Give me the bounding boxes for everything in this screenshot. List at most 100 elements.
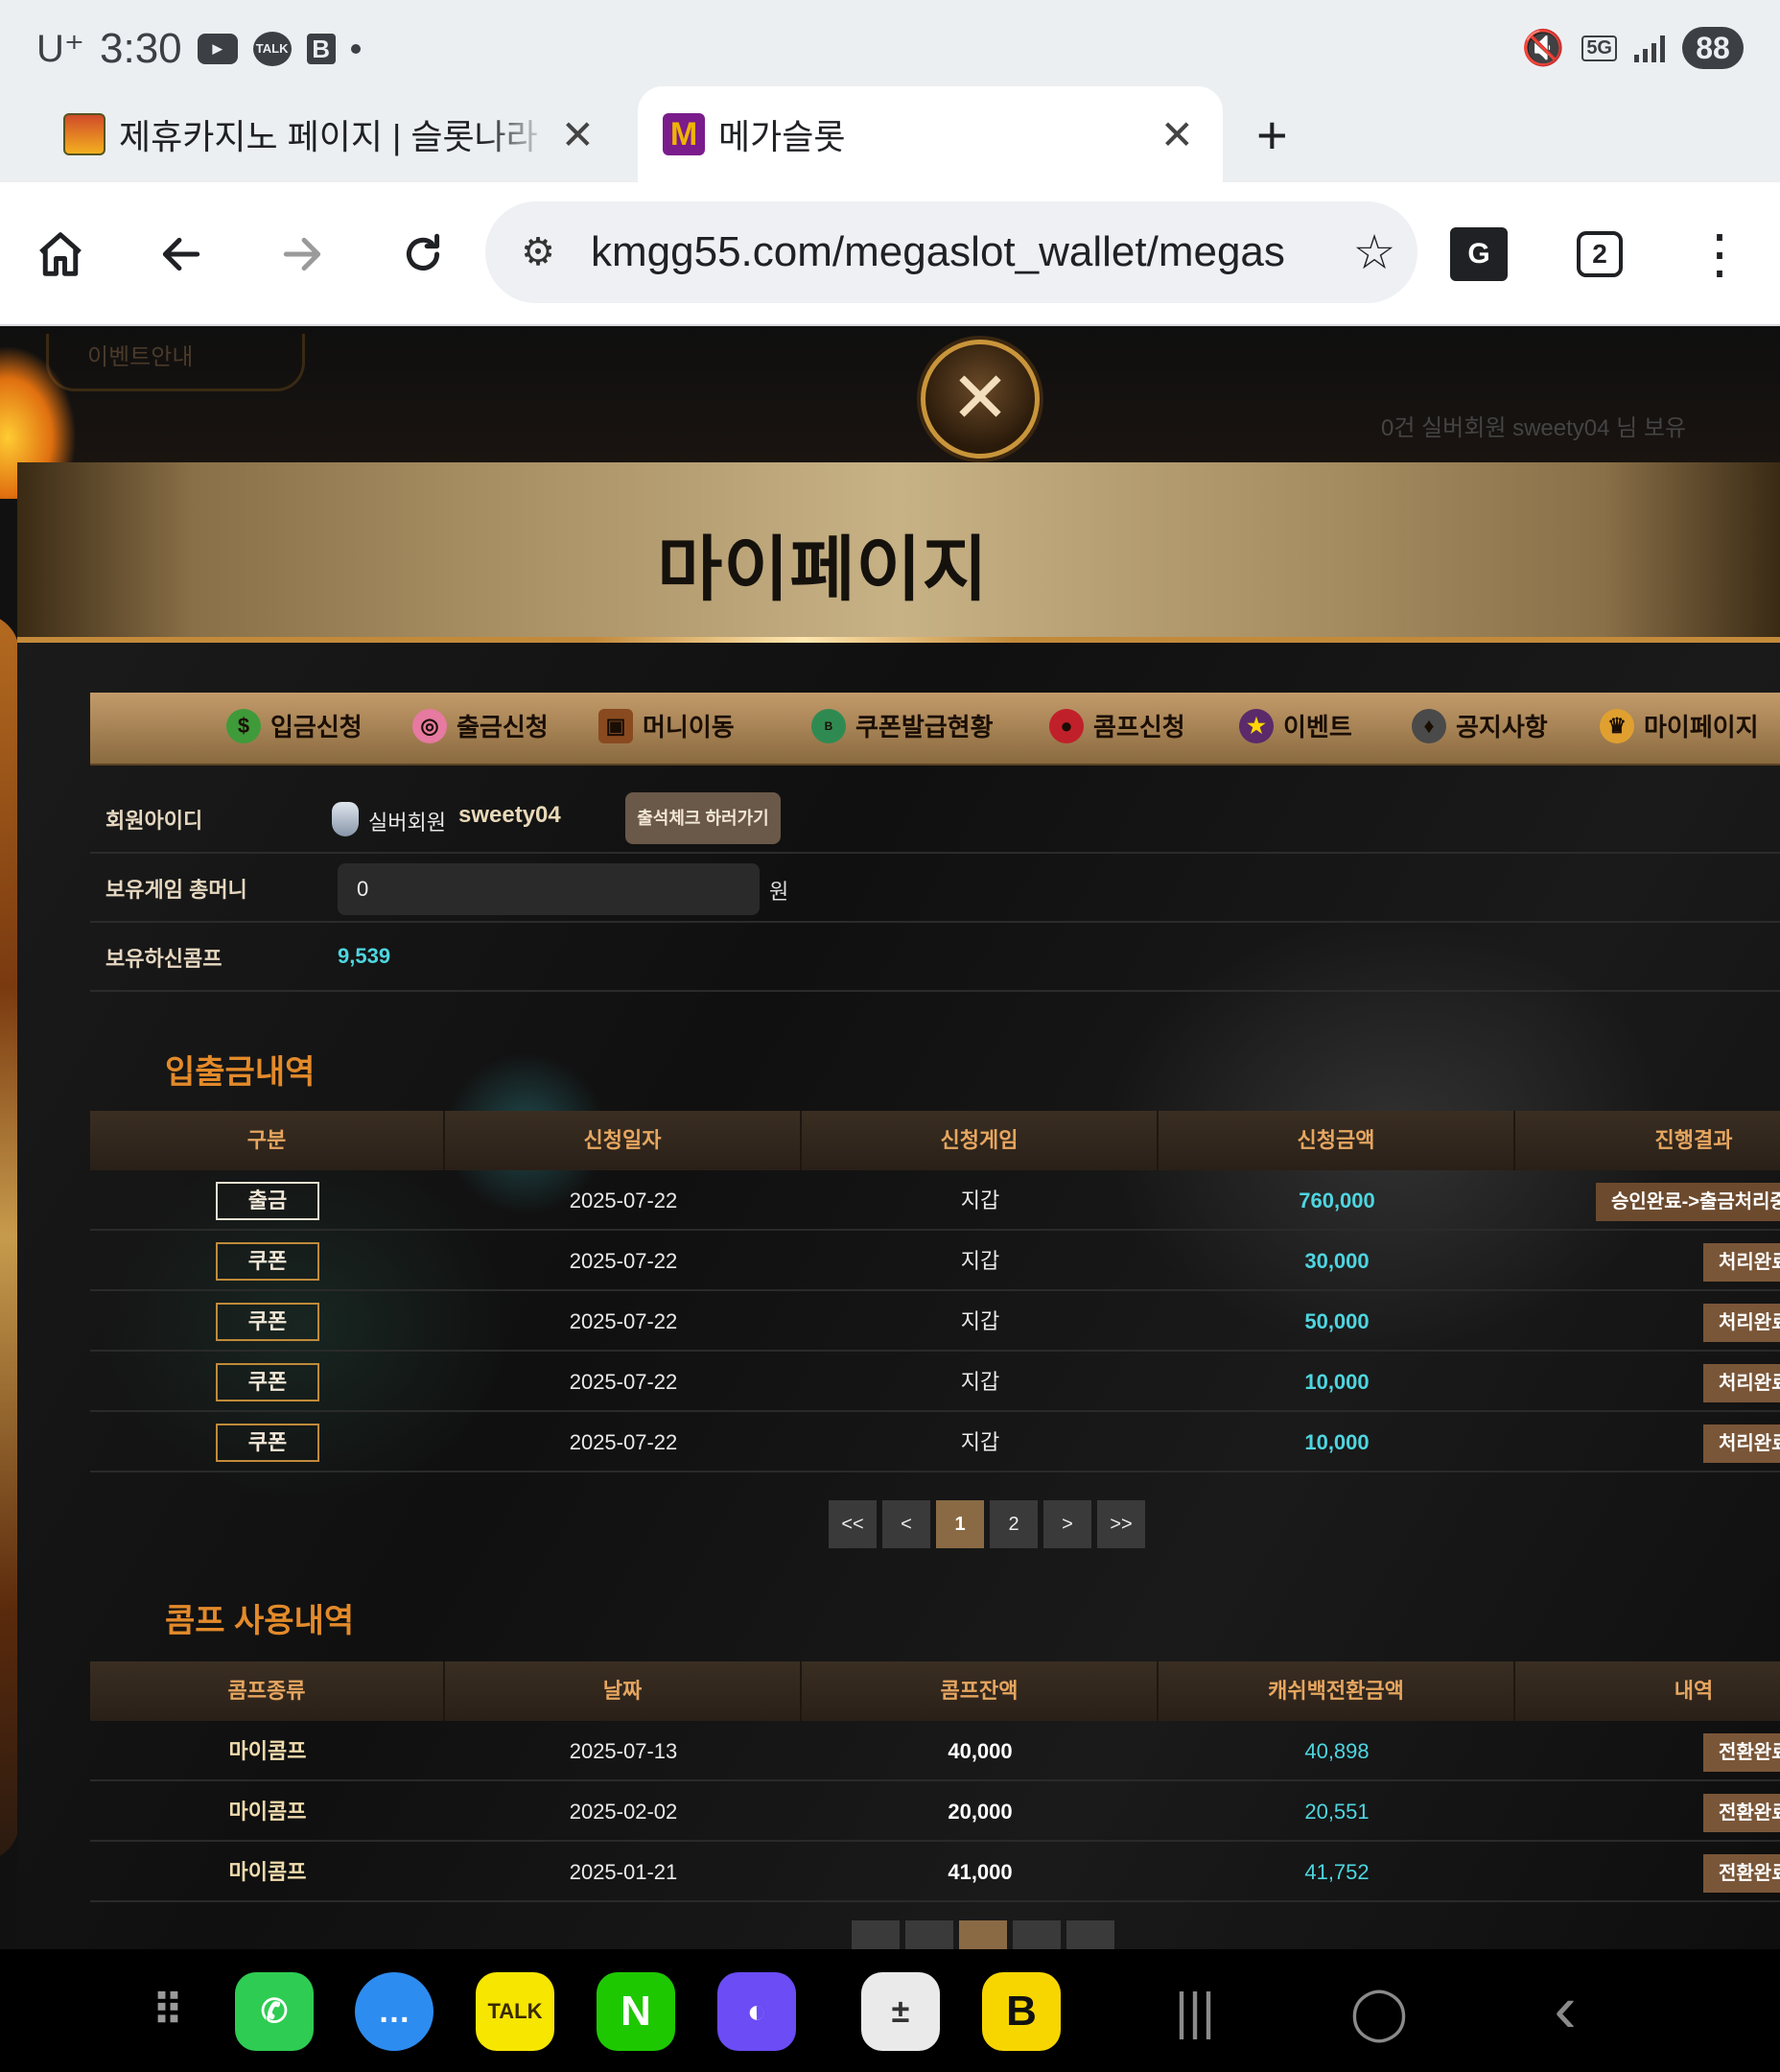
last-page-button[interactable] (1066, 1920, 1114, 1949)
menu-deposit[interactable]: $ 입금신청 (226, 708, 363, 743)
site-settings-icon[interactable]: ⚙ (485, 230, 591, 274)
cell-result: 처리완료 (1515, 1231, 1780, 1291)
forward-icon[interactable] (269, 221, 336, 288)
status-right: 🔇 5G 88 (1521, 27, 1744, 69)
cell-cashback: 41,752 (1304, 1860, 1370, 1884)
close-tab-icon[interactable]: ✕ (561, 111, 595, 158)
cell-game: 지갑 (960, 1249, 1000, 1273)
cell-kind: 출금 (90, 1170, 445, 1231)
internet-app-icon[interactable]: ◐ (717, 1972, 796, 2051)
cell-cashback: 40,898 (1304, 1739, 1370, 1763)
next-page-button[interactable] (1013, 1920, 1061, 1949)
cell-result: 승인완료->출금처리중 (1515, 1170, 1780, 1231)
cherry-icon: ● (1049, 708, 1084, 743)
recent-apps-icon[interactable]: ||| (1157, 1982, 1233, 2041)
menu-event[interactable]: ★ 이벤트 (1239, 708, 1352, 743)
comp-balance-value: 9,539 (338, 944, 391, 968)
close-modal-button[interactable]: ✕ (921, 340, 1040, 459)
address-bar[interactable]: ⚙ kmgg55.com/megaslot_wallet/megas ☆ (485, 201, 1417, 303)
close-tab-icon[interactable]: ✕ (1160, 111, 1194, 158)
prev-page-button[interactable]: < (882, 1500, 930, 1548)
home-icon[interactable] (27, 221, 94, 288)
transactions-pagination: << < 1 2 > >> (829, 1500, 1145, 1548)
tab-partner-casino[interactable]: 제휴카지노 페이지 | 슬롯나라 - 2 ✕ (38, 86, 623, 182)
kind-badge: 쿠폰 (216, 1363, 319, 1401)
calculator-app-icon[interactable]: ± (861, 1972, 940, 2051)
clock: 3:30 (100, 25, 182, 72)
naver-app-icon[interactable]: N (597, 1972, 675, 2051)
browser-toolbar: ⚙ kmgg55.com/megaslot_wallet/megas ☆ G 2… (0, 182, 1780, 326)
back-nav-icon[interactable]: ‹ (1527, 1970, 1604, 2047)
status-left: U⁺ 3:30 ▶ TALK B (36, 25, 361, 73)
result-badge: 승인완료->출금처리중 (1596, 1183, 1780, 1221)
youtube-notification-icon: ▶ (197, 34, 238, 64)
url-text[interactable]: kmgg55.com/megaslot_wallet/megas (591, 228, 1331, 276)
first-page-button[interactable]: << (829, 1500, 877, 1548)
more-menu-icon[interactable]: ⋮ (1686, 221, 1753, 288)
carrier-label: U⁺ (36, 28, 84, 70)
cell-amount: 50,000 (1304, 1309, 1370, 1333)
table-row: 마이콤프 2025-02-02 20,000 20,551 전환완료 (90, 1781, 1780, 1842)
home-nav-icon[interactable]: ◯ (1341, 1982, 1417, 2042)
last-page-button[interactable]: >> (1097, 1500, 1145, 1548)
mypage-menu: $ 입금신청 ◎ 출금신청 ▣ 머니이동 B 쿠폰발급현황 ● 콤프신청 ★ 이… (90, 693, 1780, 765)
new-tab-button[interactable]: + (1256, 104, 1288, 166)
tab-megaslot[interactable]: M 메가슬롯 ✕ (638, 86, 1223, 182)
phone-app-icon[interactable]: ✆ (235, 1972, 314, 2051)
modal-title: 마이페이지 (657, 530, 989, 609)
table-header: 구분 신청일자 신청게임 신청금액 진행결과 (90, 1111, 1780, 1170)
cell-comp-balance: 40,000 (948, 1739, 1013, 1763)
attendance-check-button[interactable]: 출석체크 하러가기 (625, 792, 781, 844)
kind-badge: 쿠폰 (216, 1303, 319, 1341)
menu-mypage[interactable]: ♛ 마이페이지 (1600, 708, 1759, 743)
menu-coupon-status[interactable]: B 쿠폰발급현황 (811, 708, 994, 743)
menu-notice[interactable]: ♦ 공지사항 (1412, 708, 1548, 743)
table-row: 쿠폰 2025-07-22 지갑 10,000 처리완료 (90, 1352, 1780, 1412)
col-history: 내역 (1674, 1679, 1714, 1703)
cell-date: 2025-07-22 (569, 1370, 678, 1394)
translate-icon[interactable]: G (1450, 227, 1508, 281)
comp-balance-row: 보유하신콤프 9,539 (90, 923, 1780, 992)
game-money-row: 보유게임 총머니 0 원 (90, 854, 1780, 923)
battery-indicator: 88 (1682, 27, 1744, 69)
page-1-button[interactable] (959, 1920, 1007, 1949)
first-page-button[interactable] (852, 1920, 900, 1949)
bonus-icon: B (811, 708, 846, 743)
back-icon[interactable] (148, 221, 215, 288)
next-page-button[interactable]: > (1043, 1500, 1091, 1548)
member-id-label: 회원아이디 (105, 809, 203, 833)
apps-grid-icon[interactable]: ⠿ (129, 1972, 207, 2051)
col-date: 신청일자 (445, 1111, 802, 1170)
table-header: 콤프종류 날짜 콤프잔액 캐쉬백전환금액 내역 (90, 1661, 1780, 1721)
network-type-icon: 5G (1581, 35, 1617, 61)
cell-cashback: 20,551 (1304, 1800, 1370, 1824)
cell-status: 전환완료 (1515, 1781, 1780, 1842)
cell-date: 2025-02-02 (569, 1800, 678, 1824)
background-event-tab: 이벤트안내 (46, 334, 305, 391)
cell-date: 2025-07-22 (569, 1189, 678, 1213)
member-id-value: sweety04 (458, 802, 561, 828)
cell-comp-type: 마이콤프 (228, 1739, 307, 1763)
prev-page-button[interactable] (905, 1920, 953, 1949)
menu-comp-request[interactable]: ● 콤프신청 (1049, 708, 1185, 743)
result-badge: 처리완료 (1703, 1243, 1780, 1282)
menu-label: 이벤트 (1283, 713, 1352, 742)
cell-status: 전환완료 (1515, 1842, 1780, 1902)
menu-label: 마이페이지 (1644, 713, 1759, 742)
modal-header: 마이페이지 (17, 462, 1780, 643)
reload-icon[interactable] (389, 221, 457, 288)
bookmark-star-icon[interactable]: ☆ (1331, 224, 1417, 280)
table-row: 마이콤프 2025-01-21 41,000 41,752 전환완료 (90, 1842, 1780, 1902)
page-2-button[interactable]: 2 (990, 1500, 1038, 1548)
cell-date: 2025-07-22 (569, 1430, 678, 1454)
tab-switcher-button[interactable]: 2 (1577, 231, 1623, 277)
menu-money-transfer[interactable]: ▣ 머니이동 (598, 708, 735, 743)
web-page: 이벤트안내 0건 실버회원 sweety04 님 보유 ✕ 마이페이지 $ 입금… (0, 326, 1780, 1949)
b-app-icon[interactable]: B (982, 1972, 1061, 2051)
kakaotalk-app-icon[interactable]: TALK (476, 1972, 554, 2051)
messages-app-icon[interactable]: … (355, 1972, 433, 2051)
page-1-button[interactable]: 1 (936, 1500, 984, 1548)
cell-amount: 30,000 (1304, 1249, 1370, 1273)
menu-withdraw[interactable]: ◎ 출금신청 (412, 708, 549, 743)
kind-badge: 쿠폰 (216, 1424, 319, 1462)
